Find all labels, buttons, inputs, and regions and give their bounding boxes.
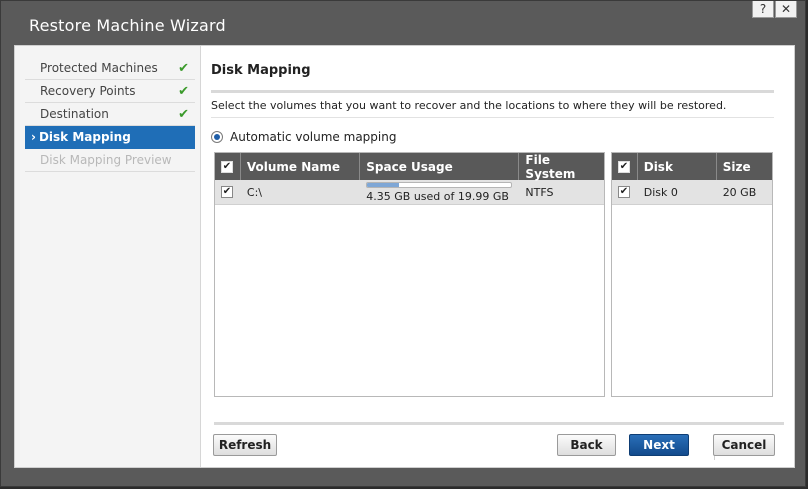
column-file-system[interactable]: File System [519, 153, 604, 181]
disks-table-header: ✔ Disk Size [612, 153, 772, 180]
column-disk[interactable]: Disk [638, 153, 717, 180]
step-label: Disk Mapping Preview [40, 153, 172, 167]
step-recovery-points[interactable]: Recovery Points ✔ [25, 80, 195, 103]
select-all-checkbox[interactable]: ✔ [221, 160, 233, 173]
step-label: Protected Machines [40, 61, 158, 75]
row-checkbox[interactable]: ✔ [221, 186, 233, 198]
chevron-right-icon: › [31, 130, 36, 144]
divider [211, 117, 774, 118]
column-size[interactable]: Size [717, 153, 772, 180]
restore-machine-wizard-dialog: Restore Machine Wizard ? ✕ Protected Mac… [0, 0, 806, 487]
table-row[interactable]: ✔ C:\ 4.35 GB used of 19.99 GB NTFS [215, 180, 604, 205]
select-all-disks-cell: ✔ [612, 153, 638, 180]
radio-selected-dot [214, 134, 220, 140]
cancel-button[interactable]: Cancel [713, 434, 775, 456]
usage-progress-bar [366, 181, 513, 188]
usage-text: 4.35 GB used of 19.99 GB [366, 189, 509, 203]
disk-size-cell: 20 GB [722, 185, 757, 199]
select-all-checkbox[interactable]: ✔ [618, 160, 630, 173]
window-controls: ? ✕ [751, 1, 797, 18]
table-row[interactable]: ✔ Disk 0 20 GB [612, 180, 772, 205]
checkmark-icon: ✔ [178, 61, 189, 76]
radio-button[interactable] [211, 131, 223, 143]
next-button[interactable]: Next [629, 434, 689, 456]
disks-table: ✔ Disk Size ✔ Disk 0 20 GB [611, 152, 773, 397]
volumes-table-header: ✔ Volume Name Space Usage File System [215, 153, 604, 181]
row-checkbox[interactable]: ✔ [618, 186, 630, 198]
file-system-cell: NTFS [525, 185, 554, 199]
step-destination[interactable]: Destination ✔ [25, 103, 195, 126]
disk-name-cell: Disk 0 [643, 185, 678, 199]
main-panel: Disk Mapping Select the volumes that you… [201, 46, 794, 467]
refresh-button[interactable]: Refresh [213, 434, 277, 456]
title-bar: Restore Machine Wizard ? ✕ [1, 1, 805, 45]
step-label: Destination [40, 107, 109, 121]
step-disk-mapping[interactable]: › Disk Mapping [25, 126, 195, 149]
back-button[interactable]: Back [557, 434, 616, 456]
step-protected-machines[interactable]: Protected Machines ✔ [25, 57, 195, 80]
automatic-mapping-option[interactable]: Automatic volume mapping [211, 130, 396, 144]
row-checkbox-cell: ✔ [612, 180, 638, 204]
radio-label: Automatic volume mapping [230, 130, 397, 144]
step-disk-mapping-preview: Disk Mapping Preview [25, 149, 195, 172]
help-button[interactable]: ? [752, 1, 774, 18]
checkmark-icon: ✔ [178, 84, 189, 99]
divider [214, 422, 784, 425]
wizard-content: Protected Machines ✔ Recovery Points ✔ D… [14, 45, 795, 468]
page-title: Disk Mapping [211, 63, 311, 78]
page-description: Select the volumes that you want to reco… [211, 99, 727, 112]
volume-name-cell: C:\ [246, 185, 262, 199]
volumes-table: ✔ Volume Name Space Usage File System ✔ … [214, 152, 605, 397]
wizard-steps-sidebar: Protected Machines ✔ Recovery Points ✔ D… [15, 46, 201, 467]
dialog-title: Restore Machine Wizard [29, 16, 226, 35]
step-label: Recovery Points [40, 84, 136, 98]
usage-progress-fill [367, 182, 399, 187]
space-usage-cell: 4.35 GB used of 19.99 GB [360, 180, 519, 204]
column-space-usage[interactable]: Space Usage [360, 153, 520, 180]
step-label: Disk Mapping [38, 130, 131, 144]
divider [211, 90, 774, 93]
close-button[interactable]: ✕ [775, 1, 797, 18]
checkmark-icon: ✔ [178, 107, 189, 122]
column-volume-name[interactable]: Volume Name [241, 153, 361, 180]
select-all-volumes-cell: ✔ [215, 153, 241, 180]
row-checkbox-cell: ✔ [215, 180, 241, 204]
